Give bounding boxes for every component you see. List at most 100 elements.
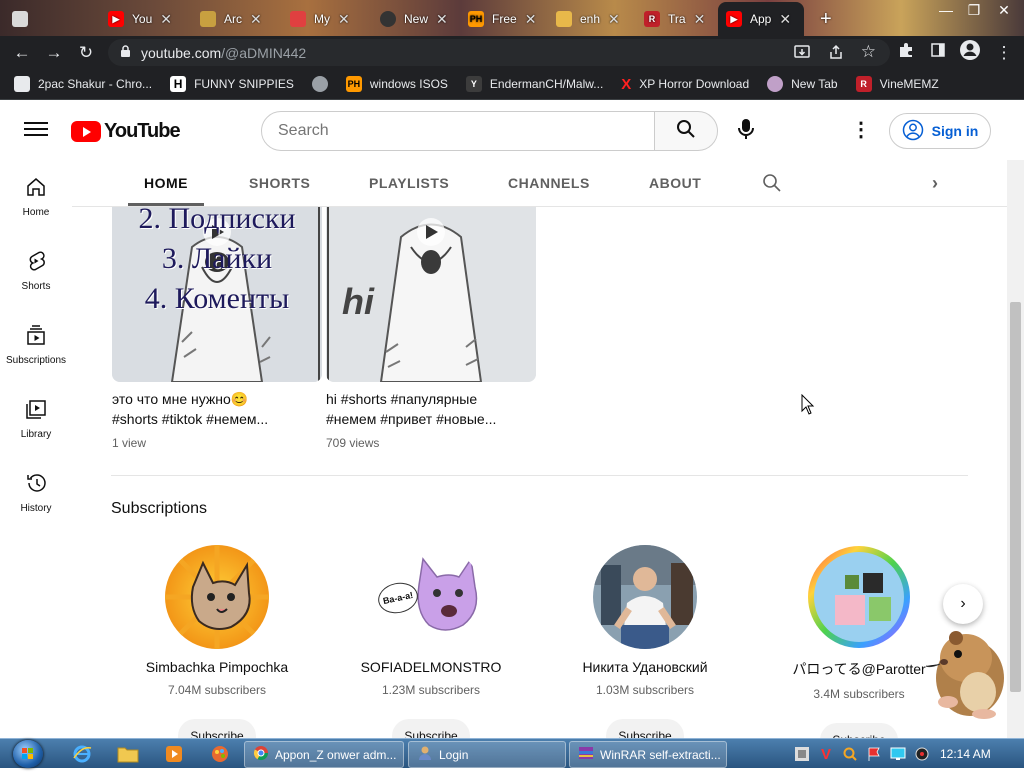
voice-search-button[interactable]	[728, 113, 764, 149]
side-panel-button[interactable]	[922, 36, 954, 69]
browser-tab[interactable]: R Tra ✕	[636, 4, 718, 34]
restore-button[interactable]: ❐	[960, 0, 988, 20]
browser-tab[interactable]: ▶ You ✕	[100, 4, 188, 34]
profile-button[interactable]	[954, 36, 986, 69]
video-title[interactable]: это что мне нужно😊 #shorts #tiktok #неме…	[112, 389, 322, 429]
bookmark-item[interactable]: 2pac Shakur - Chro...	[14, 76, 152, 92]
tray-search-icon[interactable]	[838, 742, 862, 766]
tray-flag-icon[interactable]	[862, 742, 886, 766]
browser-tab[interactable]: New ✕	[372, 4, 460, 34]
ycombinator-icon: Y	[465, 76, 482, 92]
share-icon[interactable]	[828, 44, 844, 63]
browser-tab[interactable]: Arc ✕	[192, 4, 280, 34]
forward-button[interactable]: →	[38, 36, 70, 69]
browser-tab[interactable]	[4, 4, 64, 34]
subscribe-button[interactable]: Subscribe	[392, 719, 470, 738]
tab-title: New	[404, 12, 429, 26]
tray-monitor-icon[interactable]	[886, 742, 910, 766]
section-divider	[111, 475, 968, 476]
task-label: Appon_Z onwer adm...	[275, 747, 397, 762]
subscribe-button[interactable]: Subscribe	[606, 719, 684, 738]
close-window-button[interactable]: ✕	[990, 0, 1018, 20]
video-thumbnail[interactable]: hi	[326, 207, 536, 382]
extensions-button[interactable]	[890, 36, 922, 69]
tab-home[interactable]: HOME	[128, 160, 204, 206]
bookmark-item[interactable]: Y EndermanCH/Malw...	[465, 76, 603, 92]
sidebar-item-history[interactable]: History	[0, 456, 72, 530]
new-tab-button[interactable]: +	[812, 4, 842, 34]
channel-avatar[interactable]	[165, 545, 269, 649]
bookmark-star-icon[interactable]: ☆	[861, 42, 876, 62]
sidebar-item-subscriptions[interactable]: Subscriptions	[0, 308, 72, 382]
tab-playlists[interactable]: PLAYLISTS	[369, 160, 449, 206]
sidebar-item-home[interactable]: Home	[0, 160, 72, 234]
close-icon[interactable]: ✕	[525, 11, 537, 28]
reload-button[interactable]: ↻	[70, 36, 102, 69]
channel-avatar[interactable]	[807, 545, 911, 649]
roblox-icon	[12, 11, 28, 27]
search-button[interactable]	[654, 111, 718, 151]
browser-tab[interactable]: enh ✕	[548, 4, 636, 34]
tab-about[interactable]: ABOUT	[649, 160, 701, 206]
bookmark-item[interactable]: R VineMEMZ	[855, 76, 939, 92]
chevron-right-icon: ›	[960, 595, 966, 612]
tab-shorts[interactable]: SHORTS	[249, 160, 310, 206]
thumbnail-overlay-text: 2. Подписки 3. Лайки 4. Коменты	[112, 207, 322, 319]
chrome-app-icon	[14, 76, 30, 92]
close-icon[interactable]: ✕	[779, 11, 791, 28]
file-explorer-icon[interactable]	[114, 742, 142, 766]
close-icon[interactable]: ✕	[338, 11, 350, 28]
close-icon[interactable]: ✕	[160, 11, 172, 28]
tray-v-icon[interactable]: V	[814, 742, 838, 766]
subscribe-button[interactable]: Subscribe	[178, 719, 256, 738]
start-button[interactable]	[8, 740, 48, 768]
more-vertical-icon: ⋮	[851, 119, 871, 141]
sidebar-item-shorts[interactable]: Shorts	[0, 234, 72, 308]
channel-name[interactable]: SOFIADELMONSTRO	[331, 659, 531, 675]
video-title[interactable]: hi #shorts #папулярные #немем #привет #н…	[326, 389, 536, 429]
bookmark-item[interactable]: X XP Horror Download	[621, 76, 749, 93]
address-bar[interactable]: youtube.com/@aDMIN442 ☆	[108, 39, 890, 66]
paint-icon[interactable]	[206, 742, 234, 766]
channel-search-button[interactable]	[762, 173, 782, 193]
browser-menu-button[interactable]: ⋮	[988, 36, 1020, 69]
taskbar-clock[interactable]: 12:14 AM	[940, 747, 991, 761]
close-icon[interactable]: ✕	[608, 11, 620, 28]
settings-menu-button[interactable]: ⋮	[849, 113, 873, 149]
install-app-icon[interactable]	[794, 44, 810, 63]
menu-icon[interactable]	[24, 118, 48, 142]
sign-in-button[interactable]: Sign in	[889, 113, 991, 149]
sidebar-item-library[interactable]: Library	[0, 382, 72, 456]
close-icon[interactable]: ✕	[436, 11, 448, 28]
ie-icon[interactable]	[68, 742, 96, 766]
close-icon[interactable]: ✕	[250, 11, 262, 28]
scrollbar-thumb[interactable]	[1010, 302, 1021, 692]
browser-tab[interactable]: My ✕	[282, 4, 370, 34]
bookmark-item[interactable]: New Tab	[767, 76, 838, 92]
tray-volume-icon[interactable]	[910, 742, 934, 766]
close-icon[interactable]: ✕	[694, 11, 706, 28]
channel-avatar[interactable]	[593, 545, 697, 649]
bookmark-item[interactable]	[311, 76, 328, 92]
bookmark-item[interactable]: H FUNNY SNIPPIES	[170, 76, 294, 92]
taskbar-task-login[interactable]: Login	[408, 741, 566, 768]
tray-app-icon[interactable]	[790, 742, 814, 766]
browser-tab[interactable]: PH Free ✕	[460, 4, 548, 34]
youtube-logo[interactable]: YouTube	[71, 120, 181, 143]
taskbar-task-chrome[interactable]: Appon_Z onwer adm...	[244, 741, 404, 768]
search-input[interactable]	[261, 111, 655, 151]
tabs-scroll-right-button[interactable]: ›	[932, 160, 939, 206]
subscribe-button[interactable]: Subscribe	[820, 723, 898, 738]
channel-name[interactable]: Simbachka Pimpochka	[117, 659, 317, 675]
video-thumbnail[interactable]: 2. Подписки 3. Лайки 4. Коменты	[112, 207, 322, 382]
back-button[interactable]: ←	[6, 36, 38, 69]
taskbar-task-winrar[interactable]: WinRAR self-extracti...	[569, 741, 727, 768]
desktop-hamster-pet[interactable]	[918, 612, 1010, 720]
channel-name[interactable]: Никита Удановский	[545, 659, 745, 675]
bookmark-item[interactable]: PH windows ISOS	[345, 76, 448, 92]
tab-channels[interactable]: CHANNELS	[508, 160, 590, 206]
browser-tab-active[interactable]: ▶ App ✕	[718, 2, 804, 36]
thumbnail-overlay-text: hi	[342, 281, 374, 322]
media-player-icon[interactable]	[160, 742, 188, 766]
minimize-button[interactable]: —	[932, 0, 960, 20]
